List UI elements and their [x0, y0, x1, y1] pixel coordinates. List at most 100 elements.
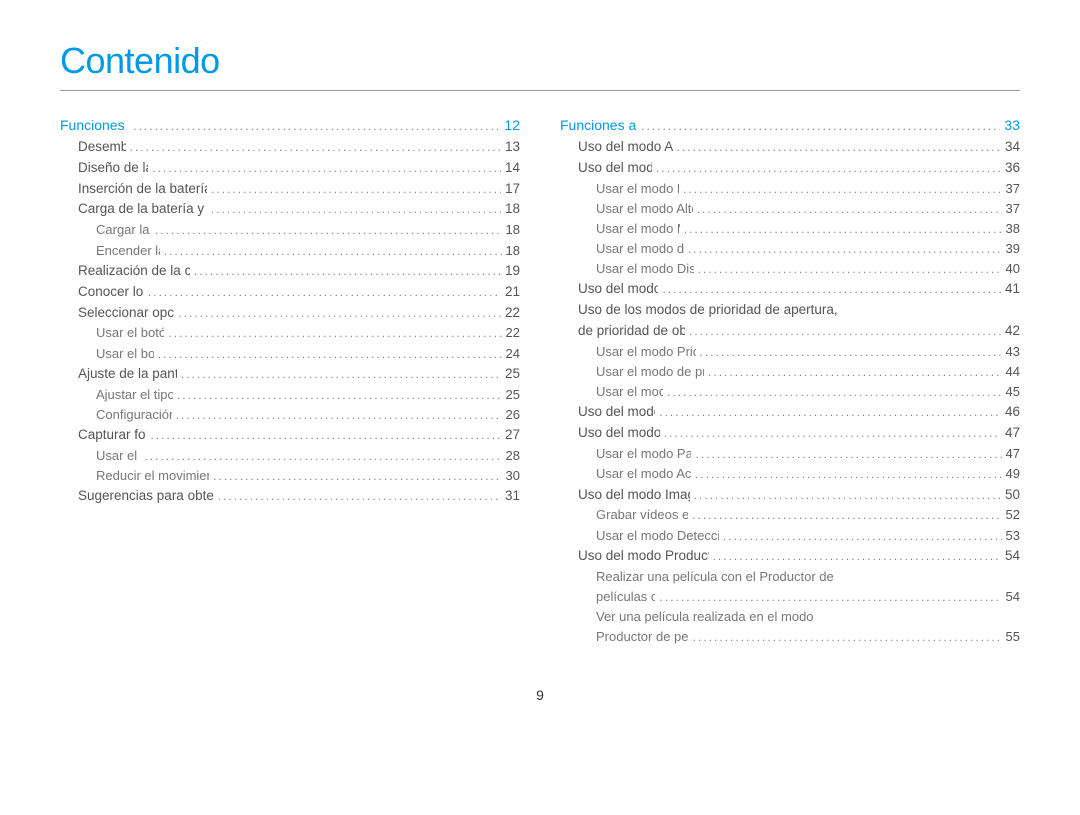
- page-title: Contenido: [60, 40, 1020, 82]
- toc-entry[interactable]: Usar el modo Acción panorámica49: [560, 464, 1020, 484]
- toc-leader: [704, 363, 1002, 382]
- toc-leader: [148, 159, 501, 178]
- toc-entry-label: Usar el modo Detección inteligente de es…: [596, 526, 719, 546]
- toc-entry-label: Uso del modo Panorama: [578, 423, 660, 444]
- toc-entry[interactable]: Seleccionar opciones o menús22: [60, 303, 520, 324]
- toc-entry[interactable]: Diseño de la cámara14: [60, 158, 520, 179]
- toc-entry-page: 38: [1002, 219, 1020, 239]
- toc-entry-label: Carga de la batería y encendido de la cá…: [78, 199, 207, 220]
- toc-leader: [679, 180, 1002, 199]
- toc-entry[interactable]: Uso de los modos de prioridad de apertur…: [560, 300, 1020, 321]
- toc-entry[interactable]: Usar el modo Detección inteligente de es…: [560, 526, 1020, 546]
- toc-leader: [160, 242, 502, 261]
- toc-entry[interactable]: Usar el modo Disparo de aumento40: [560, 259, 1020, 279]
- toc-entry-page: 46: [1001, 402, 1020, 423]
- toc-entry-label: Ajuste de la pantalla y el sonido: [78, 364, 177, 385]
- toc-entry-page: 19: [501, 261, 520, 282]
- toc-entry-page: 39: [1002, 239, 1020, 259]
- toc-entry-page: 25: [501, 364, 520, 385]
- toc-entry[interactable]: Funciones básicas12: [60, 115, 520, 137]
- toc-entry-label: Capturar fotografías: [78, 425, 146, 446]
- toc-entry-label: Usar el modo de prioridad de obturador: [596, 362, 704, 382]
- title-divider: [60, 90, 1020, 91]
- toc-entry-page: 41: [1001, 279, 1020, 300]
- toc-entry-label: Usar el modo Fotografía 3D: [596, 179, 679, 199]
- toc-entry[interactable]: Uso del modo Panorama 47: [560, 423, 1020, 444]
- toc-entry[interactable]: Desembalaje13: [60, 137, 520, 158]
- toc-entry[interactable]: Usar el botón [MENU]22: [60, 323, 520, 343]
- toc-entry-page: 17: [501, 179, 520, 200]
- toc-leader: [126, 138, 501, 157]
- toc-entry[interactable]: Realización de la configuración inicial 1…: [60, 261, 520, 282]
- toc-entry-page: 54: [1001, 546, 1020, 567]
- toc-entry[interactable]: Reducir el movimiento de la cámara (OIS)…: [60, 466, 520, 486]
- toc-entry-label: Funciones ampliadas: [560, 115, 637, 137]
- toc-entry[interactable]: Usar el zoom28: [60, 446, 520, 466]
- toc-entry[interactable]: Ajustar el tipo de pantalla25: [60, 385, 520, 405]
- toc-leader: [655, 403, 1001, 422]
- toc-leader: [151, 221, 502, 240]
- toc-entry-page: 33: [1000, 115, 1020, 137]
- toc-column-left: Funciones básicas12Desembalaje13Diseño d…: [60, 115, 520, 647]
- toc-entry[interactable]: Capturar fotografías27: [60, 425, 520, 446]
- toc-entry-label: Usar el modo de disparo bello: [596, 239, 684, 259]
- toc-leader: [144, 283, 501, 302]
- toc-entry[interactable]: Ver una película realizada en el modo: [560, 607, 1020, 627]
- toc-entry[interactable]: Ajuste de la pantalla y el sonido 25: [60, 364, 520, 385]
- toc-entry[interactable]: Inserción de la batería y la tarjeta de …: [60, 179, 520, 200]
- toc-entry[interactable]: Carga de la batería y encendido de la cá…: [60, 199, 520, 220]
- toc-entry-page: 40: [1002, 259, 1020, 279]
- toc-entry-page: 25: [502, 385, 520, 405]
- toc-entry[interactable]: Usar el modo Alto rango dinámico37: [560, 199, 1020, 219]
- toc-entry-page: 12: [500, 115, 520, 137]
- toc-entry[interactable]: Uso del modo Auto inteligente34: [560, 137, 1020, 158]
- toc-entry-page: 30: [502, 466, 520, 486]
- toc-entry-label: Uso de los modos de prioridad de apertur…: [578, 300, 838, 321]
- toc-entry[interactable]: Usar el modo Fotografía 3D37: [560, 179, 1020, 199]
- toc-entry-label: Usar el modo Acción panorámica: [596, 464, 691, 484]
- toc-entry[interactable]: Funciones ampliadas 33: [560, 115, 1020, 137]
- toc-leader: [207, 180, 501, 199]
- toc-leader: [214, 487, 501, 506]
- toc-entry[interactable]: Grabar vídeos en alta velocidad52: [560, 505, 1020, 525]
- toc-entry[interactable]: Uso del modo Imagen en movimiento50: [560, 485, 1020, 506]
- toc-entry-page: 36: [1001, 158, 1020, 179]
- toc-leader: [174, 304, 501, 323]
- toc-leader: [637, 117, 1000, 136]
- toc-entry[interactable]: Uso del modo Programa41: [560, 279, 1020, 300]
- toc-entry-page: 47: [1001, 423, 1020, 444]
- toc-entry-label: Realización de la configuración inicial: [78, 261, 190, 282]
- toc-entry[interactable]: Uso del modo DUAL IS46: [560, 402, 1020, 423]
- toc-entry[interactable]: Usar el botón [Fn]24: [60, 344, 520, 364]
- toc-entry-label: Conocer los iconos: [78, 282, 144, 303]
- toc-entry[interactable]: Encender la cámara18: [60, 241, 520, 261]
- toc-entry[interactable]: de prioridad de obturador o manual42: [560, 321, 1020, 342]
- toc-entry[interactable]: Usar el modo Panorama 2D o 3D47: [560, 444, 1020, 464]
- toc-entry[interactable]: Usar el modo manual45: [560, 382, 1020, 402]
- toc-entry[interactable]: Conocer los iconos 21: [60, 282, 520, 303]
- toc-entry[interactable]: Uso del modo Escena36: [560, 158, 1020, 179]
- toc-entry[interactable]: Configuración del sonido26: [60, 405, 520, 425]
- toc-entry[interactable]: Realizar una película con el Productor d…: [560, 567, 1020, 587]
- toc-entry[interactable]: Usar el modo Prioridad de apertura43: [560, 342, 1020, 362]
- toc-entry[interactable]: Usar el modo Marco Mágico38: [560, 219, 1020, 239]
- toc-entry-page: 21: [501, 282, 520, 303]
- toc-leader: [652, 159, 1001, 178]
- toc-entry[interactable]: Sugerencias para obtener fotografías más…: [60, 486, 520, 507]
- toc-entry-page: 24: [502, 344, 520, 364]
- toc-entry[interactable]: Usar el modo de prioridad de obturador44: [560, 362, 1020, 382]
- toc-entry-label: Realizar una película con el Productor d…: [596, 567, 834, 587]
- toc-leader: [140, 447, 501, 466]
- toc-entry[interactable]: Usar el modo de disparo bello 39: [560, 239, 1020, 259]
- toc-entry[interactable]: películas creativas54: [560, 587, 1020, 607]
- page-number: 9: [60, 687, 1020, 703]
- toc-leader: [658, 280, 1000, 299]
- toc-entry[interactable]: Productor de películas creativas55: [560, 627, 1020, 647]
- toc-leader: [689, 628, 1002, 647]
- toc-entry-label: Ver una película realizada en el modo: [596, 607, 814, 627]
- toc-leader: [177, 365, 501, 384]
- toc-entry-label: Reducir el movimiento de la cámara (OIS): [96, 466, 209, 486]
- toc-entry[interactable]: Uso del modo Productor de películas crea…: [560, 546, 1020, 567]
- toc-entry[interactable]: Cargar la batería18: [60, 220, 520, 240]
- toc-leader: [709, 547, 1001, 566]
